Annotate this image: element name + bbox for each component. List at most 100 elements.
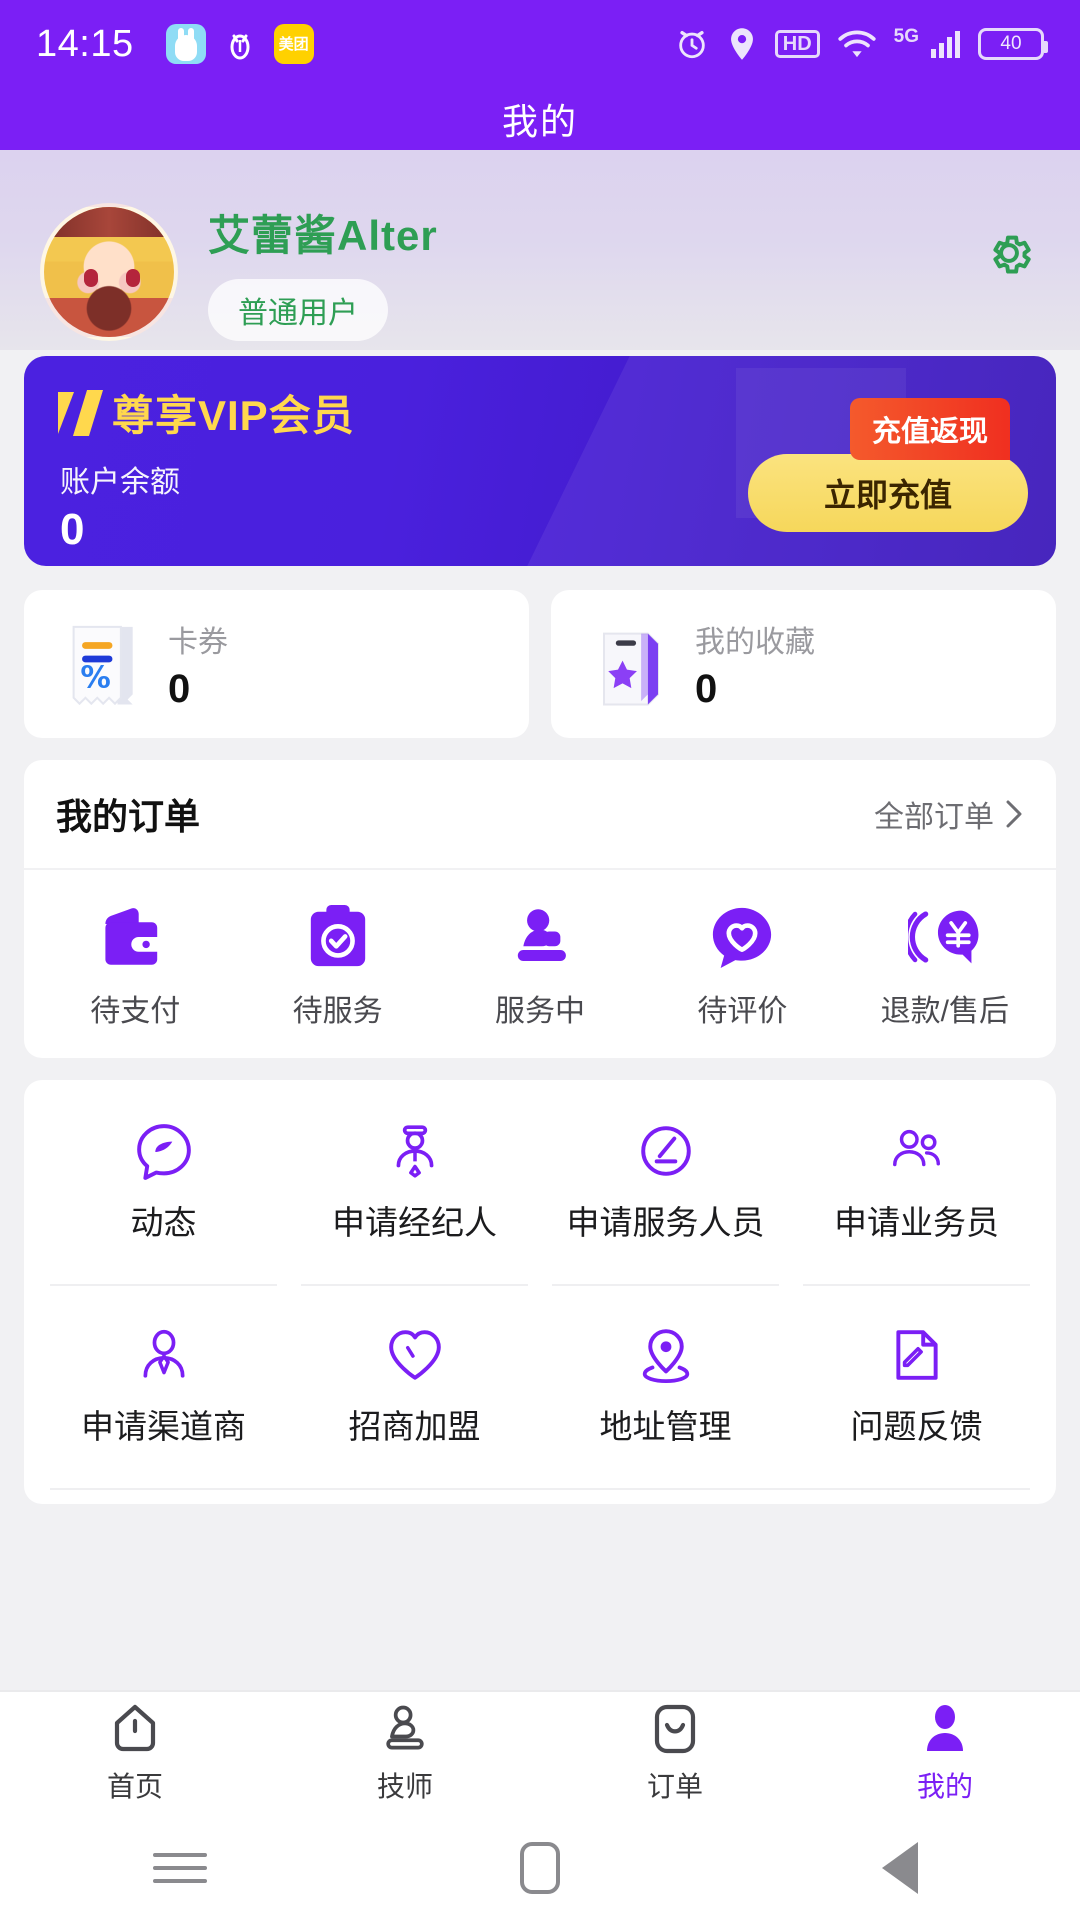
rabbit-app-icon — [165, 24, 206, 64]
alarm-icon — [675, 27, 709, 61]
orders-card: 我的订单 全部订单 待支付 待服务 服务中 待评价 退款/售后 — [24, 760, 1056, 1058]
technician-icon — [386, 1705, 424, 1750]
content-scroll-area: 尊享VIP会员 账户余额 0 充值返现 立即充值 % 卡券 0 我的收藏 0 我… — [0, 350, 1080, 1690]
menu-item-label: 问题反馈 — [850, 1408, 983, 1445]
signal-icon — [931, 30, 960, 58]
refund-yen-icon — [907, 910, 979, 964]
menu-item-feedback[interactable]: 问题反馈 — [791, 1284, 1042, 1488]
menu-item-apply-channel-partner[interactable]: 申请渠道商 — [38, 1284, 289, 1488]
user-type-badge: 普通用户 — [208, 279, 388, 341]
favorites-text: 我的收藏 0 — [695, 617, 815, 712]
location-icon — [727, 27, 757, 61]
bug-icon — [230, 34, 250, 60]
status-bar-app-icons: 美团 — [165, 24, 314, 64]
tab-label: 技师 — [376, 1771, 433, 1802]
menu-item-label: 申请服务人员 — [566, 1204, 765, 1241]
battery-icon: 40 — [978, 28, 1048, 60]
menu-item-dynamics[interactable]: 动态 — [38, 1080, 289, 1284]
order-status-label: 待评价 — [697, 995, 788, 1028]
menu-item-label: 动态 — [130, 1204, 197, 1241]
coupons-value: 0 — [168, 666, 191, 711]
agent-person-icon — [396, 1125, 433, 1178]
quick-stats-row: % 卡券 0 我的收藏 0 — [24, 590, 1056, 738]
menu-item-apply-agent[interactable]: 申请经纪人 — [289, 1080, 540, 1284]
order-status-in-service[interactable]: 服务中 — [439, 904, 641, 1030]
status-bar-time: 14:15 — [36, 22, 134, 65]
menu-grid-divider — [50, 1488, 1030, 1504]
tab-label: 首页 — [106, 1771, 163, 1802]
orders-title: 我的订单 — [56, 796, 201, 837]
profile-icon — [927, 1705, 963, 1751]
5g-icon: 5G — [893, 26, 919, 47]
profile-row[interactable]: 艾蕾酱Alter 普通用户 — [40, 202, 1040, 341]
home-icon — [114, 1704, 156, 1752]
menu-item-label: 申请经纪人 — [332, 1204, 497, 1241]
settings-button[interactable] — [984, 228, 1034, 283]
cashback-badge[interactable]: 充值返现 — [849, 398, 1010, 460]
favorites-card[interactable]: 我的收藏 0 — [551, 590, 1056, 738]
profile-header: 艾蕾酱Alter 普通用户 — [0, 150, 1080, 350]
recents-button[interactable] — [120, 1853, 240, 1883]
wifi-icon — [838, 28, 876, 60]
person-tie-icon — [142, 1329, 185, 1378]
compass-leaf-icon — [136, 1124, 191, 1180]
coupons-card[interactable]: % 卡券 0 — [24, 590, 529, 738]
menu-row: 动态 申请经纪人 申请服务人员 申请业务员 — [38, 1080, 1042, 1284]
coupons-label: 卡券 — [168, 625, 228, 659]
bottom-tab-bar: 首页 技师 订单 我的 — [0, 1690, 1080, 1816]
orders-status-grid: 待支付 待服务 服务中 待评价 退款/售后 — [24, 870, 1056, 1058]
tab-technician[interactable]: 技师 — [270, 1703, 540, 1805]
edit-note-icon — [895, 1330, 938, 1380]
order-icon — [654, 1704, 696, 1754]
menu-grid: 动态 申请经纪人 申请服务人员 申请业务员 申请渠道商 招商加盟 地址管理 问题… — [24, 1080, 1056, 1504]
menu-item-apply-service-staff[interactable]: 申请服务人员 — [540, 1080, 791, 1284]
menu-item-apply-salesperson[interactable]: 申请业务员 — [791, 1080, 1042, 1284]
order-status-label: 退款/售后 — [880, 995, 1009, 1028]
username: 艾蕾酱Alter — [208, 212, 438, 259]
all-orders-link[interactable]: 全部订单 — [874, 792, 1024, 836]
order-status-pending-payment[interactable]: 待支付 — [34, 904, 236, 1030]
recharge-button[interactable]: 立即充值 — [748, 454, 1028, 532]
android-navigation-bar — [0, 1816, 1080, 1920]
people-group-icon — [892, 1129, 940, 1167]
meituan-app-icon: 美团 — [273, 24, 314, 64]
page-title-bar: 我的 — [0, 88, 1080, 150]
back-button[interactable] — [840, 1842, 960, 1894]
menu-item-label: 招商加盟 — [348, 1408, 481, 1445]
bug-app-icon — [220, 24, 260, 64]
status-bar-right-icons: HD 5G 40 — [675, 26, 1048, 61]
heart-outline-icon — [388, 1330, 441, 1380]
vip-v-logo-icon — [58, 390, 104, 436]
order-status-pending-review[interactable]: 待评价 — [641, 904, 843, 1030]
tab-profile[interactable]: 我的 — [810, 1703, 1080, 1805]
favorites-value: 0 — [695, 666, 718, 711]
order-status-label: 服务中 — [495, 995, 586, 1028]
map-pin-icon — [642, 1329, 689, 1383]
svg-text:%: % — [80, 661, 110, 696]
favorites-icon — [602, 632, 660, 706]
home-nav-icon — [520, 1842, 560, 1894]
menu-item-franchise[interactable]: 招商加盟 — [289, 1284, 540, 1488]
tab-orders[interactable]: 订单 — [540, 1703, 810, 1805]
vip-title: 尊享VIP会员 — [112, 392, 355, 439]
page-title: 我的 — [501, 101, 578, 142]
app-screen: 14:15 美团 HD 5G 40 我的 艾蕾酱Alter 普通用户 尊享VIP… — [0, 0, 1080, 1920]
vip-card[interactable]: 尊享VIP会员 账户余额 0 充值返现 立即充值 — [24, 356, 1056, 566]
status-bar: 14:15 美团 HD 5G 40 — [0, 0, 1080, 88]
menu-item-address-management[interactable]: 地址管理 — [540, 1284, 791, 1488]
tab-label: 我的 — [916, 1771, 973, 1802]
tab-home[interactable]: 首页 — [0, 1703, 270, 1805]
gear-icon — [993, 235, 1031, 274]
order-status-label: 待服务 — [292, 995, 383, 1028]
favorites-label: 我的收藏 — [695, 625, 815, 659]
orders-header: 我的订单 全部订单 — [24, 760, 1056, 870]
all-orders-label: 全部订单 — [874, 801, 994, 834]
menu-nav-icon — [153, 1853, 207, 1883]
order-status-refund[interactable]: 退款/售后 — [844, 904, 1046, 1030]
profile-info: 艾蕾酱Alter 普通用户 — [208, 202, 438, 341]
massage-person-icon — [517, 909, 566, 962]
order-status-pending-service[interactable]: 待服务 — [236, 904, 438, 1030]
avatar[interactable] — [40, 202, 178, 341]
pencil-circle-icon — [640, 1126, 691, 1176]
home-button[interactable] — [480, 1842, 600, 1894]
